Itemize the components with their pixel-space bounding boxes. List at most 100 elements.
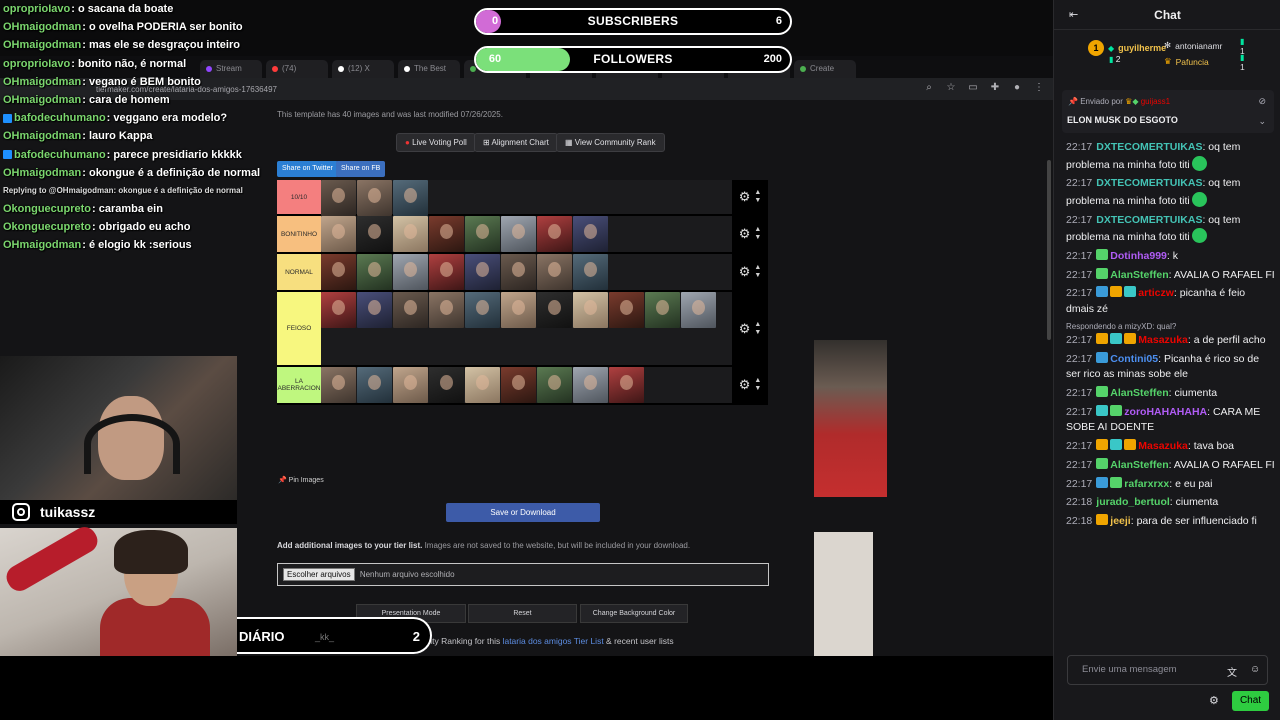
- gear-icon[interactable]: ⚙: [739, 226, 751, 242]
- chat-username[interactable]: articzw: [1138, 287, 1174, 299]
- tier-image[interactable]: [681, 292, 716, 328]
- tier-label[interactable]: FEIOSO: [277, 292, 321, 365]
- pinned-message[interactable]: 📌 Enviado por ♛◆ guijass1 ELON MUSK DO E…: [1062, 90, 1274, 133]
- tier-image[interactable]: [501, 254, 536, 290]
- unpin-icon[interactable]: ⊘: [1258, 96, 1266, 107]
- chat-username[interactable]: DXTECOMERTUIKAS: [1096, 141, 1202, 153]
- chevron-down-icon[interactable]: ▼: [754, 385, 761, 393]
- tier-image[interactable]: [429, 216, 464, 252]
- tier-image[interactable]: [393, 254, 428, 290]
- browser-tab[interactable]: The Best: [398, 60, 460, 78]
- tier-image[interactable]: [321, 216, 356, 252]
- chat-settings-icon[interactable]: ⚙: [1209, 694, 1219, 707]
- chat-username[interactable]: Contini05: [1110, 353, 1158, 365]
- tier-image[interactable]: [501, 292, 536, 328]
- chat-username[interactable]: rafarxrxx: [1124, 478, 1169, 490]
- bookmark-star-icon[interactable]: ☆: [945, 82, 957, 94]
- chevron-down-icon[interactable]: ▼: [754, 272, 761, 280]
- chevron-up-icon[interactable]: ▲: [754, 264, 761, 272]
- chat-send-button[interactable]: Chat: [1232, 691, 1269, 711]
- save-download-button[interactable]: Save or Download: [446, 503, 600, 522]
- chevron-up-icon[interactable]: ▲: [754, 226, 761, 234]
- tier-image[interactable]: [321, 180, 356, 216]
- chat-username[interactable]: Masazuka: [1138, 334, 1188, 346]
- gear-icon[interactable]: ⚙: [739, 321, 751, 337]
- tier-image[interactable]: [465, 254, 500, 290]
- tier-image[interactable]: [429, 367, 464, 403]
- chevron-up-icon[interactable]: ▲: [754, 321, 761, 329]
- chevron-down-icon[interactable]: ▼: [754, 234, 761, 242]
- alignment-chart-button[interactable]: ⊞ Alignment Chart: [474, 133, 558, 152]
- page-scrollbar[interactable]: [1047, 160, 1051, 340]
- change-bg-color-button[interactable]: Change Background Color: [580, 604, 688, 623]
- gear-icon[interactable]: ⚙: [739, 189, 751, 205]
- chat-username[interactable]: jeeji: [1110, 515, 1130, 527]
- tier-image[interactable]: [573, 216, 608, 252]
- tier-image[interactable]: [357, 254, 392, 290]
- chat-input[interactable]: Envie uma mensagem: [1067, 655, 1268, 685]
- browser-tab[interactable]: (12) X: [332, 60, 394, 78]
- tier-image[interactable]: [357, 216, 392, 252]
- tier-image[interactable]: [573, 254, 608, 290]
- reset-button[interactable]: Reset: [468, 604, 577, 623]
- chat-username[interactable]: jurado_bertuol: [1096, 496, 1170, 508]
- chevron-down-icon[interactable]: ▼: [754, 329, 761, 337]
- chat-username[interactable]: Masazuka: [1138, 440, 1188, 452]
- translate-icon[interactable]: 文: [1227, 664, 1237, 679]
- tier-image[interactable]: [537, 216, 572, 252]
- zoom-icon[interactable]: ⌕: [923, 82, 935, 94]
- tier-image[interactable]: [537, 292, 572, 328]
- file-upload-input[interactable]: Escolher arquivos Nenhum arquivo escolhi…: [277, 563, 769, 586]
- chat-username[interactable]: AlanSteffen: [1110, 269, 1168, 281]
- tier-image[interactable]: [321, 254, 356, 290]
- tier-image[interactable]: [321, 367, 356, 403]
- chat-username[interactable]: zoroHAHAHAHA: [1124, 406, 1207, 418]
- tier-image[interactable]: [429, 254, 464, 290]
- gear-icon[interactable]: ⚙: [739, 264, 751, 280]
- tier-image[interactable]: [393, 367, 428, 403]
- chevron-up-icon[interactable]: ▲: [754, 189, 761, 197]
- tier-image[interactable]: [465, 292, 500, 328]
- tier-image[interactable]: [429, 292, 464, 328]
- chat-username[interactable]: DXTECOMERTUIKAS: [1096, 177, 1202, 189]
- share-fb-button[interactable]: Share on FB: [336, 161, 386, 177]
- cast-icon[interactable]: ▭: [967, 82, 979, 94]
- tier-label[interactable]: LA ABERRACION: [277, 367, 321, 403]
- pin-images-toggle[interactable]: 📌 Pin Images: [278, 476, 324, 484]
- extensions-icon[interactable]: ✚: [989, 82, 1001, 94]
- menu-icon[interactable]: ⋮: [1033, 82, 1045, 94]
- chat-username[interactable]: Dotinha999: [1110, 250, 1167, 262]
- tier-image[interactable]: [609, 367, 644, 403]
- leader-name[interactable]: guyilherme: [1118, 43, 1166, 53]
- emote-picker-icon[interactable]: ☺: [1250, 664, 1260, 675]
- tier-image[interactable]: [537, 254, 572, 290]
- chevron-up-icon[interactable]: ▲: [754, 377, 761, 385]
- tier-image[interactable]: [501, 367, 536, 403]
- leaderboard-entry[interactable]: ♛ Pafuncia ▮ 1: [1164, 53, 1245, 72]
- chat-username[interactable]: AlanSteffen: [1110, 387, 1168, 399]
- choose-files-button[interactable]: Escolher arquivos: [283, 568, 355, 581]
- community-ranking-link[interactable]: lataria dos amigos Tier List: [503, 636, 604, 646]
- chat-username[interactable]: DXTECOMERTUIKAS: [1096, 214, 1202, 226]
- tier-image[interactable]: [573, 367, 608, 403]
- tier-image[interactable]: [393, 216, 428, 252]
- tier-image[interactable]: [465, 367, 500, 403]
- tier-image[interactable]: [393, 180, 428, 216]
- chevron-down-icon[interactable]: ▼: [754, 197, 761, 205]
- tier-image[interactable]: [357, 367, 392, 403]
- chat-username[interactable]: AlanSteffen: [1110, 459, 1168, 471]
- tier-image[interactable]: [537, 367, 572, 403]
- tier-image[interactable]: [321, 292, 356, 328]
- community-rank-button[interactable]: ▦ View Community Rank: [556, 133, 665, 152]
- profile-icon[interactable]: ●: [1011, 82, 1023, 94]
- live-voting-poll-button[interactable]: ● Live Voting Poll: [396, 133, 476, 152]
- browser-tab[interactable]: Create: [794, 60, 856, 78]
- leaderboard-entry[interactable]: ✻ antonianamr ▮ 1: [1164, 37, 1245, 56]
- gear-icon[interactable]: ⚙: [739, 377, 751, 393]
- tier-image[interactable]: [609, 292, 644, 328]
- tier-image[interactable]: [393, 292, 428, 328]
- tier-image[interactable]: [357, 180, 392, 216]
- tier-image[interactable]: [573, 292, 608, 328]
- tier-label[interactable]: NORMAL: [277, 254, 321, 290]
- chevron-down-icon[interactable]: ⌄: [1258, 116, 1266, 127]
